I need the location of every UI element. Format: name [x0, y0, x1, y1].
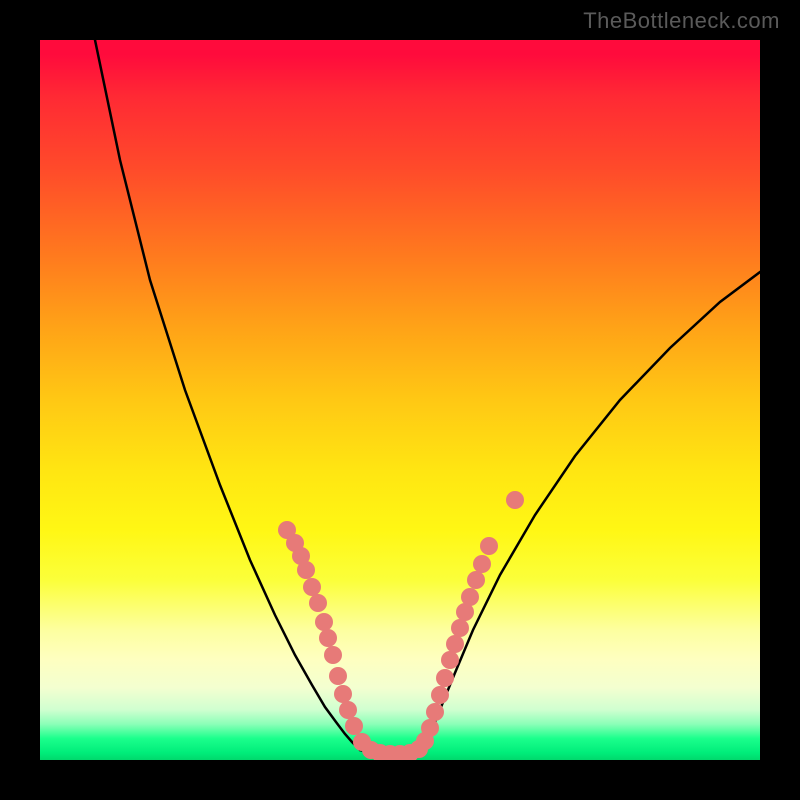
marker-dot [319, 629, 337, 647]
marker-dot [297, 561, 315, 579]
marker-dot [309, 594, 327, 612]
marker-dot [324, 646, 342, 664]
marker-dot [467, 571, 485, 589]
chart-frame: TheBottleneck.com [0, 0, 800, 800]
marker-dot [345, 717, 363, 735]
marker-dot [451, 619, 469, 637]
marker-dot [436, 669, 454, 687]
marker-dot [334, 685, 352, 703]
marker-dot [506, 491, 524, 509]
marker-dot [329, 667, 347, 685]
marker-dot [426, 703, 444, 721]
curve-layer [40, 40, 760, 760]
curve-right-branch [422, 272, 760, 750]
marker-dot [431, 686, 449, 704]
marker-dot [446, 635, 464, 653]
marker-dot [315, 613, 333, 631]
marker-dot [473, 555, 491, 573]
marker-dot [303, 578, 321, 596]
marker-dot [339, 701, 357, 719]
curve-left-branch [95, 40, 360, 750]
marker-dots [278, 491, 524, 760]
plot-area [40, 40, 760, 760]
marker-dot [480, 537, 498, 555]
marker-dot [441, 651, 459, 669]
marker-dot [461, 588, 479, 606]
marker-dot [421, 719, 439, 737]
watermark-text: TheBottleneck.com [583, 8, 780, 34]
